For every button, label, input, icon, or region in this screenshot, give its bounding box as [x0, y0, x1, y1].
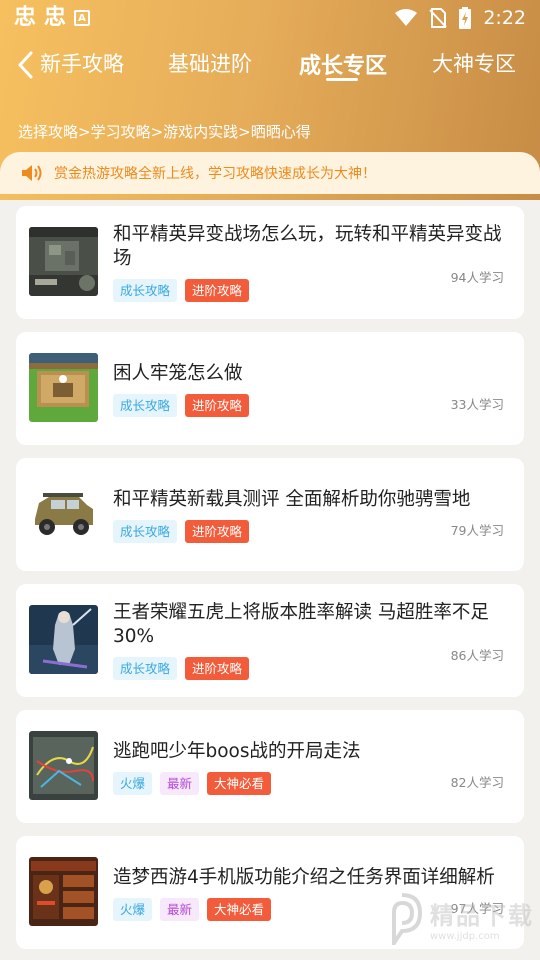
tag-newest: 最新: [160, 772, 200, 795]
battery-charging-icon: [459, 7, 472, 29]
article-tags: 成长攻略 进阶攻略: [113, 657, 250, 680]
breadcrumb: 选择攻略>学习攻略>游戏内实践>晒晒心得: [18, 123, 311, 141]
learner-count: 33人学习: [450, 397, 504, 412]
article-tags: 成长攻略 进阶攻略: [113, 394, 250, 417]
article-tags: 火爆 最新 大神必看: [113, 898, 272, 921]
keyboard-a-icon: A: [74, 10, 91, 26]
article-thumbnail: [29, 857, 98, 926]
watermark-text: 精品下载: [430, 902, 534, 930]
watermark-url: www.jjdp.com: [430, 931, 500, 942]
tab-master-zone[interactable]: 大神专区: [432, 48, 516, 78]
article-title: 和平精英异变战场怎么玩，玩转和平精英异变战场: [113, 224, 502, 269]
tag-growth-guide: 成长攻略: [113, 657, 178, 680]
learner-count: 86人学习: [450, 648, 504, 663]
chevron-left-icon: [18, 51, 33, 79]
learner-count: 79人学习: [450, 523, 504, 538]
tag-growth-guide: 成长攻略: [113, 279, 178, 302]
article-title: 困人牢笼怎么做: [113, 363, 243, 384]
article-title: 和平精英新载具测评 全面解析助你驰骋雪地: [113, 489, 471, 510]
tag-must-see: 大神必看: [207, 772, 272, 795]
article-card[interactable]: 和平精英新载具测评 全面解析助你驰骋雪地 成长攻略 进阶攻略 79人学习: [16, 458, 524, 571]
tag-must-see: 大神必看: [207, 898, 272, 921]
notice-text: 赏金热游攻略全新上线，学习攻略快速成长为大神！: [54, 166, 376, 182]
watermark: 精品下载 www.jjdp.com: [382, 884, 540, 954]
article-thumbnail: [29, 731, 98, 800]
article-tags: 成长攻略 进阶攻略: [113, 279, 250, 302]
tag-newest: 最新: [160, 898, 200, 921]
active-tab-indicator: [326, 78, 358, 81]
article-card[interactable]: 和平精英异变战场怎么玩，玩转和平精英异变战场 成长攻略 进阶攻略 94人学习: [16, 206, 524, 319]
tag-advanced-guide: 进阶攻略: [185, 657, 250, 680]
tag-hot: 火爆: [113, 898, 153, 921]
article-title: 王者荣耀五虎上将版本胜率解读 马超胜率不足30%: [113, 602, 489, 647]
article-tags: 火爆 最新 大神必看: [113, 772, 272, 795]
notice-banner[interactable]: 赏金热游攻略全新上线，学习攻略快速成长为大神！: [0, 152, 540, 194]
tab-basic-advanced[interactable]: 基础进阶: [168, 48, 252, 78]
article-thumbnail: [29, 227, 98, 296]
article-title: 逃跑吧少年boos战的开局走法: [113, 741, 361, 762]
tag-advanced-guide: 进阶攻略: [185, 394, 250, 417]
article-thumbnail: [29, 353, 98, 422]
learner-count: 94人学习: [450, 270, 504, 285]
article-card[interactable]: 困人牢笼怎么做 成长攻略 进阶攻略 33人学习: [16, 332, 524, 445]
tab-beginner-guide[interactable]: 新手攻略: [40, 48, 124, 78]
tag-growth-guide: 成长攻略: [113, 520, 178, 543]
tag-growth-guide: 成长攻略: [113, 394, 178, 417]
notification-app-icon: 忠: [14, 5, 37, 30]
top-navigation: 新手攻略 基础进阶 成长专区 大神专区: [0, 40, 540, 90]
article-card[interactable]: 逃跑吧少年boos战的开局走法 火爆 最新 大神必看 82人学习: [16, 710, 524, 823]
watermark-logo-icon: [392, 893, 422, 945]
article-tags: 成长攻略 进阶攻略: [113, 520, 250, 543]
article-thumbnail: [29, 479, 98, 548]
back-button[interactable]: [14, 50, 36, 80]
tab-growth-zone[interactable]: 成长专区: [299, 48, 387, 80]
no-sim-icon: [429, 8, 448, 28]
article-card[interactable]: 王者荣耀五虎上将版本胜率解读 马超胜率不足30% 成长攻略 进阶攻略 86人学习: [16, 584, 524, 697]
learner-count: 82人学习: [450, 775, 504, 790]
notification-app-icon: 忠: [44, 5, 67, 30]
article-thumbnail: [29, 605, 98, 674]
status-time: 2:22: [483, 7, 526, 29]
tag-advanced-guide: 进阶攻略: [185, 279, 250, 302]
tag-advanced-guide: 进阶攻略: [185, 520, 250, 543]
status-bar: 忠 忠 A 2:22: [0, 0, 540, 36]
speaker-icon: [22, 165, 42, 181]
tag-hot: 火爆: [113, 772, 153, 795]
wifi-icon: [395, 9, 418, 26]
